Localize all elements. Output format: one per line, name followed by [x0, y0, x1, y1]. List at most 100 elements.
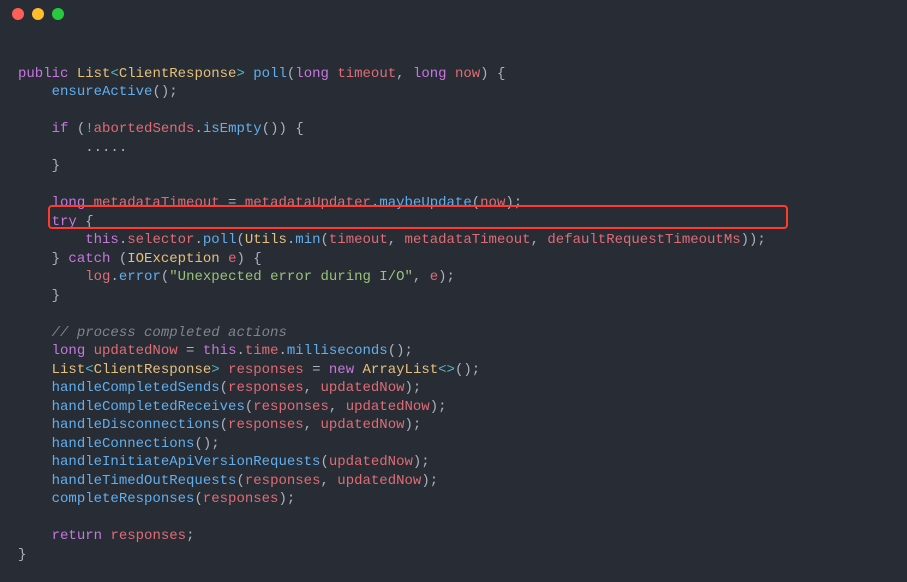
pn: (	[220, 380, 228, 396]
dots: .....	[18, 140, 127, 156]
pn: ();	[152, 84, 177, 100]
fn-handleconnections: handleConnections	[52, 436, 195, 452]
pn: (	[77, 121, 85, 137]
fn-maybeupdate: maybeUpdate	[379, 195, 471, 211]
pn: ,	[396, 66, 404, 82]
var-responses: responses	[253, 399, 329, 415]
var-responses: responses	[228, 417, 304, 433]
pn: (	[321, 232, 329, 248]
pn: (	[220, 417, 228, 433]
pn: (	[194, 491, 202, 507]
var-updatednow: updatedNow	[320, 417, 404, 433]
pn: (	[472, 195, 480, 211]
indent	[18, 362, 52, 378]
kw-public: public	[18, 66, 68, 82]
pn: }	[52, 251, 60, 267]
pn: ,	[413, 269, 430, 285]
brace: }	[18, 158, 60, 174]
pn: .	[194, 232, 202, 248]
var-updatednow: updatedNow	[320, 380, 404, 396]
type-utils: Utils	[245, 232, 287, 248]
var-metadataupdater: metadataUpdater	[245, 195, 371, 211]
indent	[18, 436, 52, 452]
fn-poll: poll	[253, 66, 287, 82]
indent	[18, 195, 52, 211]
pn: ,	[304, 380, 321, 396]
fn-completeresponses: completeResponses	[52, 491, 195, 507]
op-eq: =	[304, 362, 329, 378]
zoom-icon[interactable]	[52, 8, 64, 20]
indent	[18, 343, 52, 359]
pn: (	[236, 232, 244, 248]
indent	[18, 84, 52, 100]
kw-try: try	[52, 214, 77, 230]
indent	[18, 232, 85, 248]
pn: ();	[194, 436, 219, 452]
var-now: now	[480, 195, 505, 211]
fn-poll: poll	[203, 232, 237, 248]
pn: ,	[531, 232, 548, 248]
var-metadatatimeout: metadataTimeout	[405, 232, 531, 248]
pn: )	[236, 251, 244, 267]
fn-ensureactive: ensureActive	[52, 84, 153, 100]
var-defaultrequesttimeoutms: defaultRequestTimeoutMs	[547, 232, 740, 248]
str-msg: "Unexpected error during I/O"	[169, 269, 413, 285]
var-responses: responses	[228, 380, 304, 396]
pn: ,	[388, 232, 405, 248]
pn: {	[245, 251, 262, 267]
pn: ,	[304, 417, 321, 433]
kw-long: long	[295, 66, 329, 82]
minimize-icon[interactable]	[32, 8, 44, 20]
fn-isempty: isEmpty	[203, 121, 262, 137]
pn: .	[119, 232, 127, 248]
brace: }	[18, 288, 60, 304]
op-eq: =	[178, 343, 203, 359]
type-list: List	[77, 66, 111, 82]
pn: );	[413, 454, 430, 470]
pn: (	[320, 454, 328, 470]
type-arraylist: ArrayList	[363, 362, 439, 378]
kw-long: long	[413, 66, 447, 82]
pn: {	[497, 66, 505, 82]
op-lt: <	[85, 362, 93, 378]
kw-long: long	[52, 195, 86, 211]
indent	[18, 491, 52, 507]
op-lt: <	[110, 66, 118, 82]
pn: );	[405, 380, 422, 396]
pn: );	[438, 269, 455, 285]
indent	[18, 121, 52, 137]
fn-handletimedoutrequests: handleTimedOutRequests	[52, 473, 237, 489]
kw-this: this	[85, 232, 119, 248]
fn-milliseconds: milliseconds	[287, 343, 388, 359]
pn: )	[480, 66, 488, 82]
brace: }	[18, 547, 26, 563]
var-updatednow: updatedNow	[94, 343, 178, 359]
indent	[18, 380, 52, 396]
op-gt: >	[211, 362, 219, 378]
pn: );	[421, 473, 438, 489]
sp	[220, 251, 228, 267]
op-diamond: <>	[438, 362, 455, 378]
var-responses: responses	[245, 473, 321, 489]
var-updatednow: updatedNow	[329, 454, 413, 470]
kw-if: if	[52, 121, 69, 137]
pn: );	[505, 195, 522, 211]
fn-handlecompletedreceives: handleCompletedReceives	[52, 399, 245, 415]
type-list: List	[52, 362, 86, 378]
pn: .	[278, 343, 286, 359]
pn: ,	[329, 399, 346, 415]
var-updatednow: updatedNow	[346, 399, 430, 415]
fn-error: error	[119, 269, 161, 285]
indent	[18, 214, 52, 230]
comment: // process completed actions	[52, 325, 287, 341]
indent	[18, 251, 52, 267]
var-abortedsends: abortedSends	[94, 121, 195, 137]
close-icon[interactable]	[12, 8, 24, 20]
indent	[18, 473, 52, 489]
window-titlebar	[0, 0, 907, 28]
var-responses: responses	[228, 362, 304, 378]
indent	[18, 417, 52, 433]
sp	[354, 362, 362, 378]
var-responses: responses	[203, 491, 279, 507]
pn: ));	[741, 232, 766, 248]
